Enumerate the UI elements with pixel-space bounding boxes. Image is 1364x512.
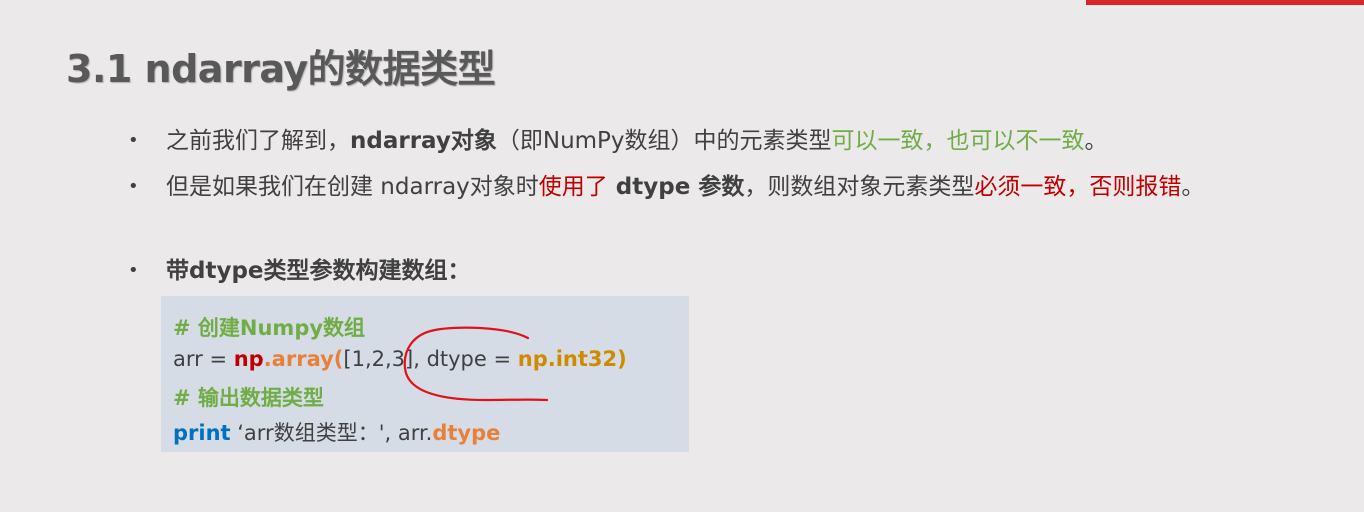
text-segment: 但是如果我们在创建 ndarray对象时 — [166, 174, 539, 200]
text-segment: （即NumPy数组）中的元素类型 — [496, 128, 832, 154]
text-segment-bold: dtype 参数 — [607, 174, 745, 200]
bullet-item-3: • 带dtype类型参数构建数组： — [128, 254, 1348, 288]
bullet-list: • 之前我们了解到，ndarray对象（即NumPy数组）中的元素类型可以一致，… — [128, 124, 1348, 288]
code-line-array: arr = np.array([1,2,3], dtype = np.int32… — [173, 347, 627, 371]
bullet-item-1: • 之前我们了解到，ndarray对象（即NumPy数组）中的元素类型可以一致，… — [128, 124, 1348, 158]
code-token-dtype-value: np.int32) — [517, 347, 627, 371]
code-token-np: np — [233, 347, 264, 371]
text-segment-bold: ndarray对象 — [350, 128, 497, 154]
code-comment: # 输出数据类型 — [173, 386, 324, 410]
code-token-keyword: print — [173, 421, 231, 445]
text-segment: 。 — [1181, 174, 1205, 200]
bullet-text: 但是如果我们在创建 ndarray对象时使用了 dtype 参数，则数组对象元素… — [166, 170, 1204, 204]
code-line-print: print ‘arr数组类型：', arr.dtype — [173, 417, 500, 447]
text-segment-green: 可以一致，也可以不一致 — [831, 128, 1085, 154]
code-token: , dtype = — [413, 347, 518, 371]
slide-title: 3.1 ndarray的数据类型 — [66, 47, 496, 91]
bullet-marker: • — [128, 130, 139, 151]
bullet-marker: • — [128, 176, 139, 197]
code-token: [1,2,3] — [343, 347, 414, 371]
text-segment: 。 — [1084, 128, 1108, 154]
bullet-marker: • — [128, 260, 139, 281]
code-block: # 创建Numpy数组 arr = np.array([1,2,3], dtyp… — [161, 296, 689, 452]
bullet-text: 带dtype类型参数构建数组： — [166, 258, 471, 284]
code-comment: # 创建Numpy数组 — [173, 316, 366, 340]
text-segment: 之前我们了解到， — [166, 128, 350, 154]
code-token: ‘arr数组类型：', arr. — [230, 421, 433, 445]
code-token-fn: .array( — [263, 347, 344, 371]
code-token: arr = — [173, 347, 234, 371]
bullet-item-2: • 但是如果我们在创建 ndarray对象时使用了 dtype 参数，则数组对象… — [128, 170, 1348, 204]
bullet-text: 之前我们了解到，ndarray对象（即NumPy数组）中的元素类型可以一致，也可… — [166, 124, 1108, 158]
text-segment: ，则数组对象元素类型 — [744, 174, 975, 200]
text-segment-red: 使用了 — [538, 174, 608, 200]
top-accent-bar — [1086, 0, 1364, 5]
code-token-attr: dtype — [432, 421, 501, 445]
text-segment-red: 必须一致，否则报错 — [974, 174, 1182, 200]
